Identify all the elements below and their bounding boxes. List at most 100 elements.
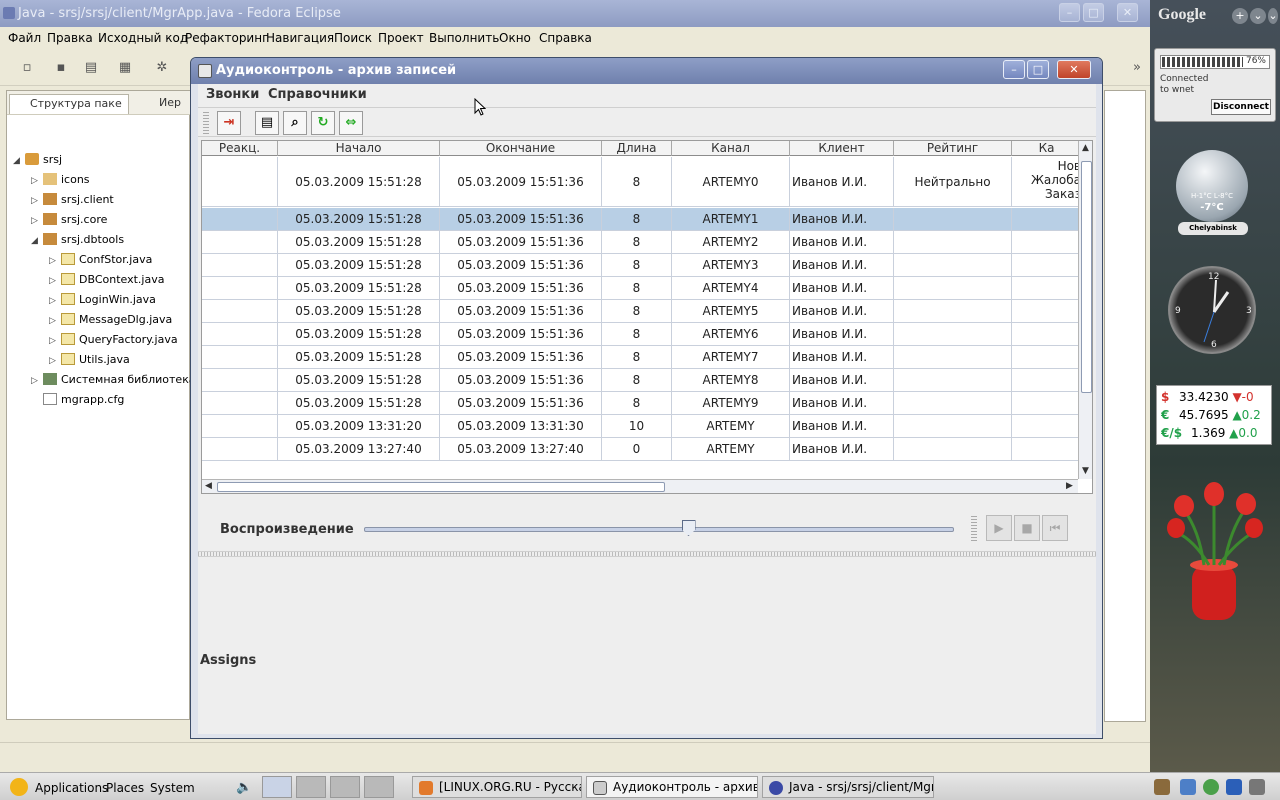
- play-icon[interactable]: ▶: [986, 515, 1012, 541]
- collapsed-arrow-icon[interactable]: ▷: [49, 356, 61, 366]
- battery-icon[interactable]: [1249, 779, 1265, 795]
- table-row[interactable]: 05.03.2009 15:51:28 05.03.2009 15:51:36 8 A…: [202, 254, 1082, 277]
- menu-source[interactable]: Исходный код: [98, 31, 188, 45]
- column-header[interactable]: Окончание: [440, 141, 602, 156]
- menu-help[interactable]: Справка: [539, 31, 592, 45]
- vertical-scroll-thumb[interactable]: [1081, 161, 1092, 393]
- bluetooth-icon[interactable]: [1226, 779, 1242, 795]
- tree-item[interactable]: ▷ Utils.java: [49, 353, 130, 371]
- network-tray-icon[interactable]: [1180, 779, 1196, 795]
- swap-icon[interactable]: ⇔: [339, 111, 363, 135]
- tree-item[interactable]: ▷ DBContext.java: [49, 273, 164, 291]
- tree-item[interactable]: ▷ ConfStor.java: [49, 253, 152, 271]
- collapsed-arrow-icon[interactable]: ▷: [49, 336, 61, 346]
- applications-menu[interactable]: Applications: [35, 781, 108, 795]
- table-row[interactable]: 05.03.2009 15:51:28 05.03.2009 15:51:36 8 A…: [202, 369, 1082, 392]
- details-icon[interactable]: ▤: [255, 111, 279, 135]
- tools-tray-icon[interactable]: [1154, 779, 1170, 795]
- menu-run[interactable]: Выполнить: [429, 31, 499, 45]
- city-selector[interactable]: Chelyabinsk: [1178, 222, 1248, 235]
- maximize-icon[interactable]: □: [1027, 60, 1049, 79]
- stop-icon[interactable]: ■: [1014, 515, 1040, 541]
- toolbar-grip[interactable]: [203, 112, 209, 134]
- new-icon[interactable]: ▫: [18, 60, 36, 78]
- disconnect-button[interactable]: Disconnect: [1211, 99, 1271, 115]
- column-header[interactable]: Реакц.: [202, 141, 278, 156]
- collapsed-arrow-icon[interactable]: ▷: [31, 376, 43, 386]
- menu-edit[interactable]: Правка: [47, 31, 93, 45]
- menu-refactor[interactable]: Рефакторинг: [185, 31, 268, 45]
- column-header[interactable]: Клиент: [790, 141, 894, 156]
- menu-search[interactable]: Поиск: [334, 31, 372, 45]
- column-header[interactable]: Длина: [602, 141, 672, 156]
- collapsed-arrow-icon[interactable]: ▷: [49, 316, 61, 326]
- tree-item[interactable]: ▷ icons: [31, 173, 90, 191]
- save-icon[interactable]: ▪: [52, 60, 70, 78]
- scroll-down-icon[interactable]: ▼: [1082, 466, 1089, 476]
- add-gadget-icon[interactable]: +: [1232, 8, 1248, 24]
- column-header[interactable]: Ка: [1012, 141, 1082, 156]
- maximize-icon[interactable]: □: [1083, 3, 1104, 22]
- table-row[interactable]: 05.03.2009 15:51:28 05.03.2009 15:51:36 8 A…: [202, 323, 1082, 346]
- collapsed-arrow-icon[interactable]: ▷: [31, 176, 43, 186]
- tree-item[interactable]: ◢ srsj: [13, 153, 62, 171]
- workspace-4[interactable]: [364, 776, 394, 798]
- column-header[interactable]: Начало: [278, 141, 440, 156]
- tree-item[interactable]: ▷ MessageDlg.java: [49, 313, 172, 331]
- splitter[interactable]: [198, 551, 1096, 557]
- menu-file[interactable]: Файл: [8, 31, 41, 45]
- tree-item[interactable]: ▷ Системная библиотека JI: [31, 373, 206, 391]
- sidebar-menu-icon[interactable]: ⌄: [1268, 8, 1278, 24]
- task-eclipse[interactable]: Java - srsj/srsj/client/Mgr...: [762, 776, 934, 798]
- scroll-right-icon[interactable]: ▶: [1066, 481, 1073, 491]
- scroll-left-icon[interactable]: ◀: [205, 481, 212, 491]
- close-icon[interactable]: ✕: [1117, 3, 1138, 22]
- collapsed-arrow-icon[interactable]: ▷: [31, 196, 43, 206]
- places-menu[interactable]: Places: [106, 781, 144, 795]
- collapsed-arrow-icon[interactable]: ▷: [31, 216, 43, 226]
- column-header[interactable]: Канал: [672, 141, 790, 156]
- debug-icon[interactable]: ✲: [153, 60, 171, 78]
- expanded-arrow-icon[interactable]: ◢: [13, 156, 25, 166]
- task-audio-control[interactable]: Аудиоконтроль - архив ...: [586, 776, 758, 798]
- binoculars-icon[interactable]: ⌕: [283, 111, 307, 135]
- tree-item[interactable]: ▷ srsj.client: [31, 193, 114, 211]
- collapsed-arrow-icon[interactable]: ▷: [49, 276, 61, 286]
- rewind-icon[interactable]: ⏮: [1042, 515, 1068, 541]
- menu-project[interactable]: Проект: [378, 31, 424, 45]
- horizontal-scrollbar[interactable]: ◀ ▶: [202, 479, 1078, 493]
- update-tray-icon[interactable]: [1203, 779, 1219, 795]
- collapsed-arrow-icon[interactable]: ▷: [49, 296, 61, 306]
- menu-directories[interactable]: Справочники: [268, 87, 367, 102]
- refresh-icon[interactable]: ↻: [311, 111, 335, 135]
- close-icon[interactable]: ✕: [1057, 60, 1091, 79]
- table-row[interactable]: 05.03.2009 15:51:28 05.03.2009 15:51:36 8 A…: [202, 277, 1082, 300]
- menu-navigate[interactable]: Навигация: [266, 31, 334, 45]
- task-browser[interactable]: [LINUX.ORG.RU - Русска...: [412, 776, 582, 798]
- workspace-1[interactable]: [262, 776, 292, 798]
- playback-slider-knob[interactable]: [681, 520, 696, 536]
- horizontal-scroll-thumb[interactable]: [217, 482, 665, 492]
- fedora-logo-icon[interactable]: [10, 778, 28, 796]
- minimize-icon[interactable]: –: [1003, 60, 1025, 79]
- sidebar-options-icon[interactable]: ⌄: [1250, 8, 1266, 24]
- exit-icon[interactable]: ⇥: [217, 111, 241, 135]
- volume-icon[interactable]: 🔈: [236, 780, 252, 795]
- table-row[interactable]: 05.03.2009 15:51:28 05.03.2009 15:51:36 8 A…: [202, 392, 1082, 415]
- print-icon[interactable]: ▤: [82, 60, 100, 78]
- tree-item[interactable]: mgrapp.cfg: [31, 393, 124, 411]
- minimize-icon[interactable]: –: [1059, 3, 1080, 22]
- table-row[interactable]: 05.03.2009 13:31:20 05.03.2009 13:31:30 10…: [202, 415, 1082, 438]
- menu-calls[interactable]: Звонки: [206, 87, 259, 102]
- scroll-up-icon[interactable]: ▲: [1082, 143, 1089, 153]
- table-row[interactable]: 05.03.2009 15:51:28 05.03.2009 15:51:36 8 A…: [202, 300, 1082, 323]
- tree-item[interactable]: ▷ LoginWin.java: [49, 293, 156, 311]
- table-row[interactable]: 05.03.2009 15:51:28 05.03.2009 15:51:36 8 A…: [202, 157, 1082, 207]
- system-menu[interactable]: System: [150, 781, 195, 795]
- tab-hierarchy[interactable]: Иер: [159, 96, 181, 109]
- expanded-arrow-icon[interactable]: ◢: [31, 236, 43, 246]
- workspace-2[interactable]: [296, 776, 326, 798]
- playback-slider[interactable]: [364, 527, 954, 532]
- table-row[interactable]: 05.03.2009 15:51:28 05.03.2009 15:51:36 8 A…: [202, 346, 1082, 369]
- column-header[interactable]: Рейтинг: [894, 141, 1012, 156]
